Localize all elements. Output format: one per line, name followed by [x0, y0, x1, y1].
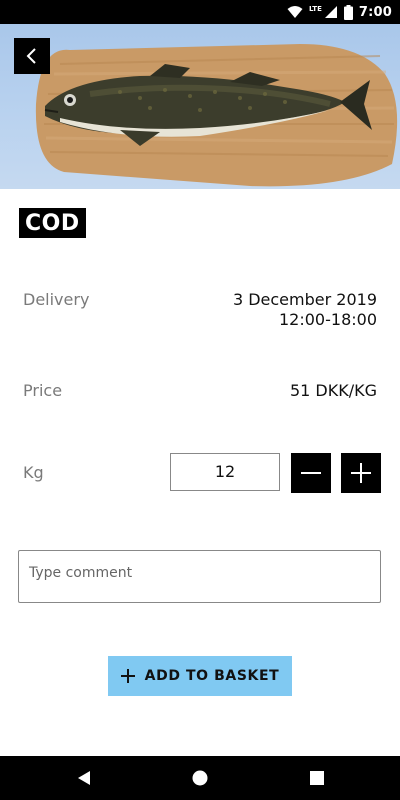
status-time: 7:00: [358, 4, 392, 20]
comment-input[interactable]: Type comment: [18, 550, 381, 603]
cod-fish-illustration: [35, 44, 398, 187]
status-bar: LTE 7:00: [0, 0, 400, 24]
delivery-time-window: 12:00-18:00: [279, 310, 377, 329]
signal-icon: [324, 6, 337, 18]
price-label: Price: [23, 381, 63, 400]
status-icons: LTE 7:00: [287, 3, 392, 21]
product-title: COD: [19, 208, 86, 238]
back-button[interactable]: [14, 38, 50, 74]
back-triangle-icon: [78, 771, 90, 785]
quantity-input[interactable]: 12: [170, 453, 280, 491]
delivery-value: 3 December 2019 12:00-18:00: [233, 290, 377, 330]
add-to-basket-button[interactable]: ADD TO BASKET: [108, 656, 292, 696]
recents-square-icon: [310, 771, 324, 785]
product-image: [0, 24, 400, 189]
nav-back-button[interactable]: [72, 766, 96, 790]
network-type-label: LTE: [309, 5, 322, 13]
decrease-quantity-button[interactable]: [291, 453, 331, 493]
battery-icon: [343, 4, 353, 20]
price-value: 51 DKK/KG: [289, 381, 377, 400]
increase-quantity-button[interactable]: [341, 453, 381, 493]
wifi-icon: [287, 6, 303, 18]
add-to-basket-label: ADD TO BASKET: [144, 668, 280, 684]
navigation-bar: [0, 756, 400, 800]
home-circle-icon: [192, 770, 208, 786]
plus-icon: [351, 463, 371, 483]
nav-home-button[interactable]: [188, 766, 212, 790]
plus-icon: [120, 669, 135, 683]
chevron-left-icon: [26, 48, 36, 64]
quantity-label: Kg: [23, 463, 44, 482]
nav-recents-button[interactable]: [305, 766, 329, 790]
delivery-date: 3 December 2019: [232, 290, 377, 309]
delivery-label: Delivery: [23, 290, 90, 309]
minus-icon: [301, 472, 321, 474]
